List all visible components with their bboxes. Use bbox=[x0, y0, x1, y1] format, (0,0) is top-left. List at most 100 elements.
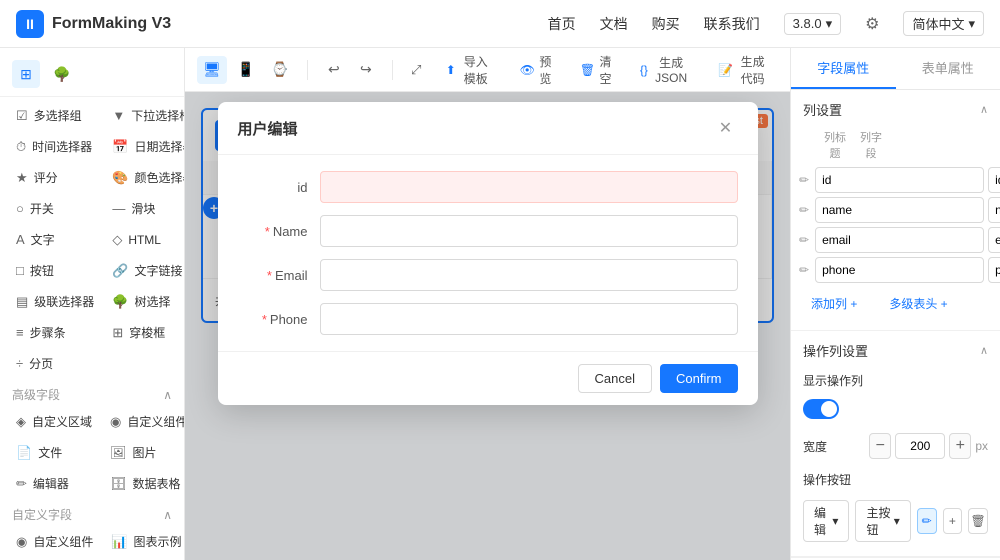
clear-button[interactable]: 🗑 清空 bbox=[570, 49, 622, 91]
advanced-section-title[interactable]: 高级字段 ∧ bbox=[0, 378, 184, 407]
sidebar-item-time[interactable]: ⏱ 时间选择器 bbox=[8, 132, 102, 161]
col-field-input-id[interactable] bbox=[988, 167, 1000, 193]
sidebar-item-steps[interactable]: ≡ 步骤条 bbox=[8, 318, 102, 347]
email-input[interactable] bbox=[320, 259, 738, 291]
button-icon: □ bbox=[16, 263, 24, 278]
sidebar-item-custom-comp[interactable]: ◉ 自定义组件 bbox=[102, 407, 185, 436]
sidebar-icon-tree[interactable]: 🌳 bbox=[48, 60, 76, 88]
col-title-input-name[interactable] bbox=[815, 197, 984, 223]
sidebar-item-slider[interactable]: — 滑块 bbox=[104, 194, 185, 223]
sidebar-item-cascade[interactable]: ▤ 级联选择器 bbox=[8, 287, 102, 316]
show-op-col-toggle[interactable] bbox=[803, 399, 839, 419]
sidebar-item-pagination[interactable]: ÷ 分页 bbox=[8, 349, 102, 378]
cancel-button[interactable]: Cancel bbox=[578, 364, 652, 393]
col-settings-header[interactable]: 列设置 ∧ bbox=[791, 90, 1000, 125]
sidebar-item-color[interactable]: 🎨 颜色选择器 bbox=[104, 163, 185, 192]
import-icon: ⬆ bbox=[446, 63, 456, 77]
nav-home[interactable]: 首页 bbox=[548, 14, 576, 34]
col-title-input-email[interactable] bbox=[815, 227, 984, 253]
sidebar-item-switch[interactable]: ○ 开关 bbox=[8, 194, 102, 223]
redo-button[interactable]: ↪ bbox=[352, 56, 380, 84]
sidebar-item-chart[interactable]: 📊 图表示例 bbox=[103, 527, 185, 556]
custom-area-icon: ◈ bbox=[16, 414, 26, 430]
undo-button[interactable]: ↩ bbox=[320, 56, 348, 84]
sidebar-item-editor[interactable]: ✏ 编辑器 bbox=[8, 469, 100, 498]
col-title-header: 列标题 bbox=[819, 129, 851, 161]
primary-op-btn[interactable]: 主按钮 ▾ bbox=[855, 500, 910, 542]
nav-buy[interactable]: 购买 bbox=[652, 14, 680, 34]
confirm-button[interactable]: Confirm bbox=[660, 364, 738, 393]
op-edit-icon-btn[interactable]: ✏ bbox=[917, 508, 937, 534]
col-field-header: 列字段 bbox=[855, 129, 887, 161]
canvas-toolbar: 🖥 📱 ⌚ ↩ ↪ ⤢ ⬆ 导入模板 👁 预览 bbox=[185, 48, 790, 92]
datatable-icon: 🗄 bbox=[110, 476, 127, 492]
col-field-input-email[interactable] bbox=[988, 227, 1000, 253]
nav-docs[interactable]: 文档 bbox=[600, 14, 628, 34]
sidebar-item-rating[interactable]: ★ 评分 bbox=[8, 163, 102, 192]
sidebar-item-text[interactable]: A 文字 bbox=[8, 225, 102, 254]
op-delete-icon-btn[interactable]: 🗑 bbox=[968, 508, 988, 534]
col-field-input-name[interactable] bbox=[988, 197, 1000, 223]
col-row-id: ✏ + 🗑 bbox=[791, 165, 1000, 195]
op-settings-header[interactable]: 操作列设置 ∧ bbox=[791, 331, 1000, 366]
edit-icon-phone[interactable]: ✏ bbox=[799, 263, 809, 277]
settings-icon[interactable]: ⚙ bbox=[865, 14, 879, 34]
device-tablet[interactable]: 📱 bbox=[231, 56, 261, 84]
chart-icon: 📊 bbox=[111, 534, 127, 550]
sidebar-item-file[interactable]: 📄 文件 bbox=[8, 438, 100, 467]
width-input[interactable] bbox=[895, 433, 945, 459]
id-input[interactable] bbox=[320, 171, 738, 203]
sidebar-icon-components[interactable]: ⊞ bbox=[12, 60, 40, 88]
sidebar-item-multi-select[interactable]: ☑ 多选择组 bbox=[8, 101, 102, 130]
sidebar-item-image[interactable]: 🖼 图片 bbox=[102, 438, 185, 467]
sidebar-item-html[interactable]: ◇ HTML bbox=[104, 225, 185, 254]
gen-code-button[interactable]: 📝 生成代码 bbox=[708, 49, 778, 91]
sidebar-item-date[interactable]: 📅 日期选择器 bbox=[104, 132, 185, 161]
phone-input[interactable] bbox=[320, 303, 738, 335]
edit-icon-id[interactable]: ✏ bbox=[799, 173, 809, 187]
sidebar-item-dropdown[interactable]: ▼ 下拉选择框 bbox=[104, 101, 185, 130]
app-title: FormMaking V3 bbox=[52, 15, 171, 33]
steps-icon: ≡ bbox=[16, 325, 24, 340]
sidebar-item-custom-comp-2[interactable]: ◉ 自定义组件 bbox=[8, 527, 101, 556]
import-template-button[interactable]: ⬆ 导入模板 bbox=[436, 49, 502, 91]
version-selector[interactable]: 3.8.0 ▾ bbox=[784, 13, 841, 35]
clear-icon: 🗑 bbox=[580, 63, 595, 77]
col-field-input-phone[interactable] bbox=[988, 257, 1000, 283]
width-minus-button[interactable]: − bbox=[869, 433, 891, 459]
name-input[interactable] bbox=[320, 215, 738, 247]
edit-icon-email[interactable]: ✏ bbox=[799, 233, 809, 247]
edit-op-btn[interactable]: 编辑 ▾ bbox=[803, 500, 849, 542]
modal-overlay: 用户编辑 ✕ id Name bbox=[185, 92, 790, 560]
sidebar-item-button[interactable]: □ 按钮 bbox=[8, 256, 102, 285]
gen-json-button[interactable]: {} 生成JSON bbox=[630, 50, 700, 89]
width-plus-button[interactable]: + bbox=[949, 433, 971, 459]
sidebar-item-datatable[interactable]: 🗄 数据表格 New bbox=[102, 469, 185, 498]
sidebar-item-custom-area[interactable]: ◈ 自定义区域 bbox=[8, 407, 100, 436]
sidebar-item-link[interactable]: 🔗 文字链接 bbox=[104, 256, 185, 285]
tab-field-props[interactable]: 字段属性 bbox=[791, 48, 896, 89]
preview-button[interactable]: 👁 预览 bbox=[510, 49, 562, 91]
col-title-input-phone[interactable] bbox=[815, 257, 984, 283]
device-mobile[interactable]: ⌚ bbox=[265, 56, 295, 84]
device-desktop[interactable]: 🖥 bbox=[197, 56, 227, 84]
sidebar-item-shuttle[interactable]: ⊞ 穿梭框 bbox=[104, 318, 185, 347]
col-title-input-id[interactable] bbox=[815, 167, 984, 193]
modal-close-button[interactable]: ✕ bbox=[714, 116, 738, 140]
edit-icon-name[interactable]: ✏ bbox=[799, 203, 809, 217]
nav-contact[interactable]: 联系我们 bbox=[704, 14, 760, 34]
show-op-col-row: 显示操作列 bbox=[791, 366, 1000, 395]
width-unit: px bbox=[975, 439, 988, 453]
sidebar-item-tree-select[interactable]: 🌳 树选择 bbox=[104, 287, 185, 316]
right-panel-tabs: 字段属性 表单属性 bbox=[791, 48, 1000, 90]
op-add-icon-btn[interactable]: + bbox=[943, 508, 963, 534]
expand-button[interactable]: ⤢ bbox=[405, 56, 428, 84]
custom-section-title[interactable]: 自定义字段 ∧ bbox=[0, 498, 184, 527]
tab-form-props[interactable]: 表单属性 bbox=[896, 48, 1000, 89]
op-btns-label-row: 操作按钮 bbox=[791, 465, 1000, 494]
add-col-button[interactable]: 添加列 + bbox=[799, 289, 869, 318]
language-selector[interactable]: 简体中文 ▾ bbox=[903, 11, 984, 36]
add-multi-header-button[interactable]: 多级表头 + bbox=[877, 289, 959, 318]
form-field-name: Name bbox=[238, 215, 738, 247]
chevron-down-icon-2: ∧ bbox=[163, 508, 172, 522]
